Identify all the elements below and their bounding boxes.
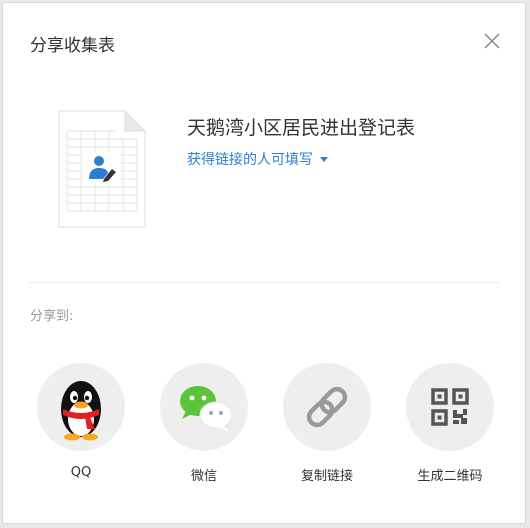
generate-qr-label: 生成二维码: [417, 469, 483, 484]
dialog-title: 分享收集表: [30, 36, 115, 56]
share-qq-label: QQ: [70, 465, 92, 480]
copy-link-button[interactable]: 复制链接: [277, 363, 377, 484]
share-qq-button[interactable]: QQ: [31, 363, 131, 480]
form-document-icon: [57, 109, 147, 229]
wechat-icon: [160, 363, 248, 451]
form-title: 天鹅湾小区居民进出登记表: [187, 117, 416, 139]
caret-down-icon: [320, 156, 328, 162]
close-icon[interactable]: [481, 30, 503, 52]
link-icon: [283, 363, 371, 451]
copy-link-label: 复制链接: [300, 469, 353, 484]
share-wechat-button[interactable]: 微信: [154, 363, 254, 484]
qr-code-icon: [406, 363, 494, 451]
file-info: 天鹅湾小区居民进出登记表 获得链接的人可填写: [3, 79, 525, 283]
generate-qr-button[interactable]: 生成二维码: [400, 363, 500, 484]
permission-dropdown[interactable]: 获得链接的人可填写: [187, 149, 328, 169]
qq-penguin-icon: [37, 363, 125, 451]
share-wechat-label: 微信: [190, 469, 217, 484]
share-options: QQ 微信 复制链接 生成二维码: [3, 363, 525, 484]
dialog-header: 分享收集表: [3, 3, 525, 79]
share-to-label: 分享到:: [30, 309, 74, 324]
permission-label: 获得链接的人可填写: [187, 152, 313, 168]
share-dialog: 分享收集表 天鹅湾小区居民进出登记表 获得链接的人可填写 分享到: QQ 微信 …: [2, 2, 526, 524]
divider: [29, 282, 499, 283]
